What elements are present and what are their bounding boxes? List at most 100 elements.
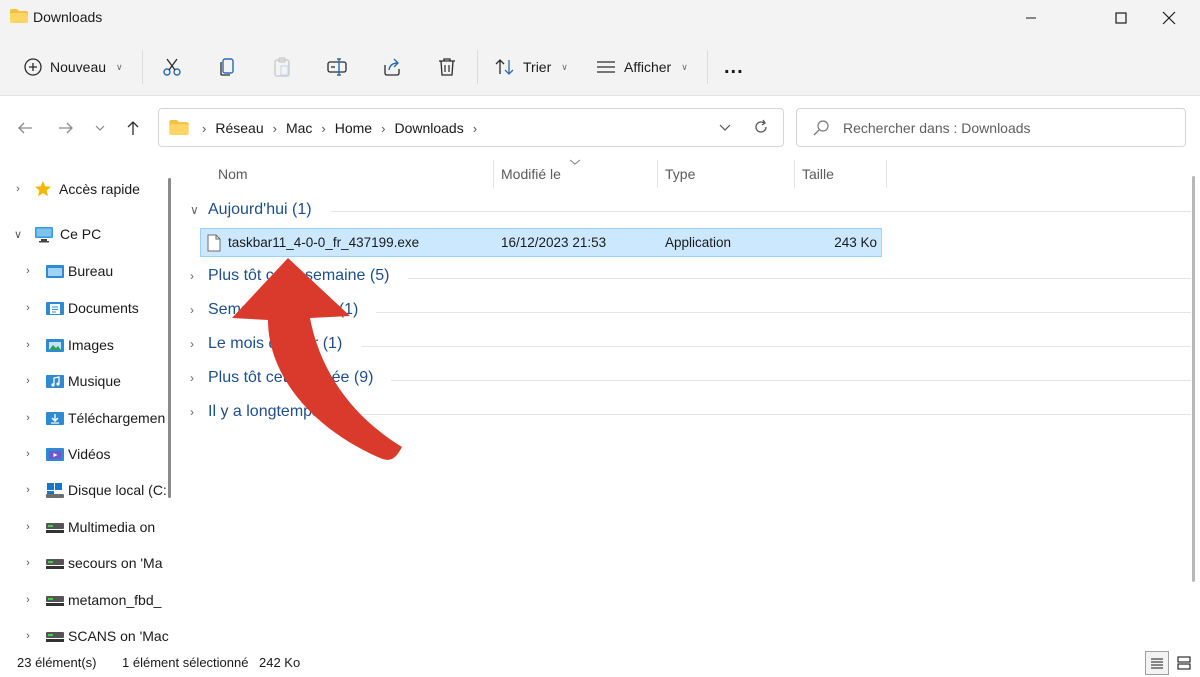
group-label: Aujourd'hui (1) [208,201,312,218]
view-button-label: Afficher [624,59,672,75]
sidebar-item-quick-access[interactable]: › Accès rapide [12,175,140,203]
sidebar-item-label: Ce PC [60,226,102,242]
more-icon: ... [724,55,744,78]
toolbar-divider [142,50,143,84]
sidebar-item-images[interactable]: › Images [22,331,114,359]
new-button[interactable]: Nouveau ∨ [24,50,123,84]
network-drive-icon [46,632,64,642]
column-divider[interactable] [794,160,795,188]
breadcrumb-item[interactable]: Home [335,120,372,136]
column-header-name[interactable]: Nom [218,166,248,182]
group-divider [391,380,1191,381]
table-row[interactable]: taskbar11_4-0-0_fr_437199.exe 16/12/2023… [200,228,882,257]
up-button[interactable] [121,118,145,138]
chevron-right-icon[interactable]: › [22,265,34,277]
sidebar-item-label: Multimedia on [68,519,156,535]
sidebar-item-desktop[interactable]: › Bureau [22,257,113,285]
chevron-right-icon[interactable]: › [22,557,34,569]
breadcrumb-item[interactable]: Downloads [394,120,463,136]
back-button[interactable] [13,118,37,138]
tiles-view-button[interactable] [1172,651,1196,675]
column-divider[interactable] [493,160,494,188]
sidebar-item-this-pc[interactable]: ∨ Ce PC [12,220,101,248]
new-button-label: Nouveau [50,59,107,75]
cut-button[interactable] [158,53,186,81]
breadcrumb: › Réseau › Mac › Home › Downloads › [193,120,486,136]
selection-count: 1 élément sélectionné [122,655,249,670]
sidebar-item-network-drive[interactable]: › SCANS on 'Mac [22,622,169,648]
sidebar-item-network-drive[interactable]: › secours on 'Ma [22,549,162,577]
forward-button[interactable] [54,118,78,138]
search-input[interactable]: Rechercher dans : Downloads [796,108,1186,147]
sidebar-item-downloads[interactable]: › Téléchargemen [22,404,165,432]
details-view-icon [1151,658,1163,669]
sidebar-item-videos[interactable]: › Vidéos [22,440,110,468]
chevron-right-icon[interactable]: › [22,521,34,533]
chevron-right-icon[interactable]: › [22,412,34,424]
group-label: Il y a longtemps (5) [208,403,345,420]
sidebar-item-local-disk[interactable]: › Disque local (C: [22,476,167,504]
column-divider[interactable] [657,160,658,188]
details-view-button[interactable] [1145,651,1169,675]
sidebar-item-label: Images [68,337,114,353]
group-header-last-week[interactable]: › Semaine dernière (1) [190,301,358,319]
column-header-size[interactable]: Taille [802,166,834,182]
rename-button[interactable] [323,53,351,81]
share-button[interactable] [378,53,406,81]
list-view-icon [597,61,615,73]
music-folder-icon [46,375,64,388]
scissors-icon [163,58,181,76]
paste-button[interactable] [268,53,296,81]
minimize-button[interactable] [1008,0,1054,36]
group-header-today[interactable]: ∨ Aujourd'hui (1) [190,201,312,219]
chevron-right-icon[interactable]: › [22,339,34,351]
minimize-icon [1026,17,1036,19]
videos-folder-icon [46,448,64,461]
view-button[interactable]: Afficher ∨ [596,50,688,84]
recent-locations-button[interactable] [88,118,112,138]
share-icon [384,58,400,76]
chevron-right-icon[interactable]: › [22,484,34,496]
chevron-right-icon[interactable]: › [22,302,34,314]
sort-button[interactable]: Trier ∨ [495,50,568,84]
chevron-down-icon[interactable] [719,124,731,132]
sidebar-item-music[interactable]: › Musique [22,367,121,395]
group-header-earlier-this-year[interactable]: › Plus tôt cette année (9) [190,369,373,387]
sidebar-item-network-drive[interactable]: › Multimedia on [22,513,155,541]
group-header-last-month[interactable]: › Le mois dernier (1) [190,335,342,353]
chevron-right-icon: › [190,269,194,283]
folder-icon [169,120,189,135]
chevron-right-icon[interactable]: › [12,183,24,195]
column-header-modified[interactable]: Modifié le [501,166,561,182]
chevron-right-icon[interactable]: › [22,375,34,387]
refresh-icon[interactable] [753,119,769,135]
sidebar-scrollbar[interactable] [168,178,171,498]
column-divider[interactable] [886,160,887,188]
chevron-right-icon[interactable]: › [22,448,34,460]
maximize-button[interactable] [1098,0,1144,36]
close-icon [1162,11,1176,25]
file-list-scrollbar[interactable] [1192,176,1195,582]
search-placeholder: Rechercher dans : Downloads [843,120,1031,136]
column-header-type[interactable]: Type [665,166,695,182]
chevron-right-icon[interactable]: › [22,630,34,642]
sidebar-item-documents[interactable]: › Documents [22,294,139,322]
group-header-earlier-this-week[interactable]: › Plus tôt cette semaine (5) [190,267,389,285]
group-label: Plus tôt cette semaine (5) [208,267,390,284]
close-button[interactable] [1146,0,1192,36]
copy-button[interactable] [213,53,241,81]
address-bar[interactable]: › Réseau › Mac › Home › Downloads › [158,108,784,147]
star-icon [35,181,51,197]
delete-button[interactable] [433,53,461,81]
toolbar-divider [477,50,478,84]
sidebar-item-network-drive[interactable]: › metamon_fbd_ [22,586,161,614]
group-header-long-ago[interactable]: › Il y a longtemps (5) [190,403,344,421]
breadcrumb-item[interactable]: Réseau [215,120,263,136]
chevron-right-icon[interactable]: › [22,594,34,606]
window-title: Downloads [33,9,103,25]
breadcrumb-item[interactable]: Mac [286,120,312,136]
more-options-button[interactable]: ... [724,50,744,84]
breadcrumb-separator-icon: › [381,120,386,136]
chevron-down-icon[interactable]: ∨ [12,228,24,241]
breadcrumb-separator-icon: › [321,120,326,136]
